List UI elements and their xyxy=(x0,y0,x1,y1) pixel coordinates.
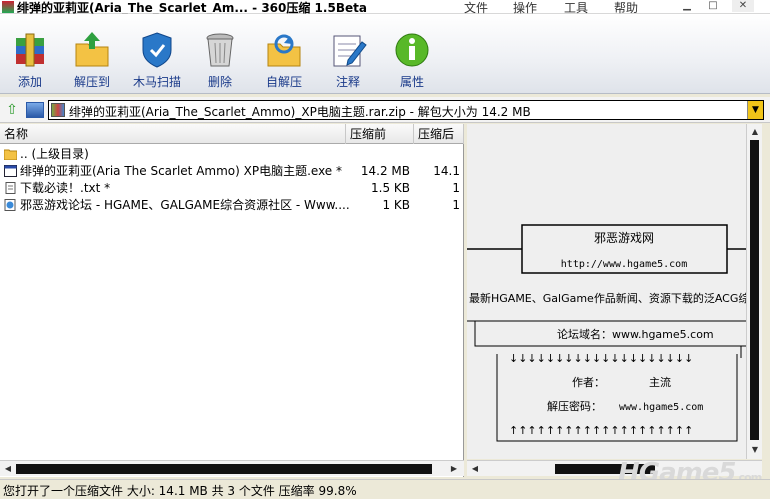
file-name: 邪恶游戏论坛 - HGAME、GALGAME综合资源社区 - Www.... xyxy=(20,198,350,212)
comment-button[interactable]: 注释 xyxy=(318,18,378,90)
toolbar: 添加 解压到 木马扫描 删除 自解压 注释 属性 xyxy=(0,14,770,94)
view-mode-icon[interactable] xyxy=(26,102,44,118)
file-name: 下载必读！.txt * xyxy=(20,181,111,195)
up-arrow-icon[interactable]: ⇧ xyxy=(4,102,20,118)
column-name[interactable]: 名称 xyxy=(0,124,346,144)
info-icon xyxy=(395,33,429,67)
file-packed: 14.1 xyxy=(433,164,460,178)
properties-label: 属性 xyxy=(399,75,424,89)
banner-author-label: 作者： xyxy=(572,376,605,389)
list-item[interactable]: 邪恶游戏论坛 - HGAME、GALGAME综合资源社区 - Www.... 1… xyxy=(0,197,464,214)
banner-password-label: 解压密码： xyxy=(547,399,602,413)
delete-label: 删除 xyxy=(207,75,232,89)
path-field[interactable]: 绯弹的亚莉亚(Aria_The_Scarlet_Ammo)_XP电脑主题.rar… xyxy=(48,100,764,120)
chevron-down-icon[interactable]: ▼ xyxy=(747,101,763,119)
path-text: 绯弹的亚莉亚(Aria_The_Scarlet_Ammo)_XP电脑主题.rar… xyxy=(69,105,531,119)
scroll-down-icon[interactable]: ▼ xyxy=(747,442,763,457)
trojan-scan-label: 木马扫描 xyxy=(132,75,181,89)
column-header: 名称 压缩前 压缩后 xyxy=(0,124,464,144)
list-item[interactable]: .. (上级目录) xyxy=(0,146,464,163)
list-item[interactable]: 绯弹的亚莉亚(Aria The Scarlet Ammo) XP电脑主题.exe… xyxy=(0,163,464,180)
scroll-up-icon[interactable]: ▲ xyxy=(747,124,763,139)
add-button[interactable]: 添加 xyxy=(0,18,60,90)
extract-to-label: 解压到 xyxy=(73,75,110,89)
file-packed: 1 xyxy=(452,198,460,212)
banner-password: www.hgame5.com xyxy=(619,402,703,413)
preview-vertical-scrollbar[interactable]: ▲ ▼ xyxy=(746,124,762,459)
self-extract-button[interactable]: 自解压 xyxy=(254,18,314,90)
archive-file-icon xyxy=(51,103,65,117)
minimize-button[interactable]: ▁ xyxy=(676,0,698,12)
shield-scan-icon xyxy=(142,32,172,68)
preview-pane: 邪恶游戏网 http://www.hgame5.com 最新HGAME、GalG… xyxy=(467,124,746,459)
properties-button[interactable]: 属性 xyxy=(382,18,442,90)
status-bar: 您打开了一个压缩文件 大小: 14.1 MB 共 3 个文件 压缩率 99.8% xyxy=(0,479,770,499)
extract-folder-icon xyxy=(75,32,109,67)
banner-down-arrows: ↓↓↓↓↓↓↓↓↓↓↓↓↓↓↓↓↓↓↓↓ xyxy=(509,352,693,365)
list-item[interactable]: 下载必读！.txt * 1.5 KB 1 xyxy=(0,180,464,197)
trojan-scan-button[interactable]: 木马扫描 xyxy=(127,18,187,90)
banner-domain: 论坛域名：www.hgame5.com xyxy=(557,327,714,341)
file-size: 14.2 MB xyxy=(360,164,410,178)
app-icon xyxy=(2,1,14,13)
close-button[interactable]: ✕ xyxy=(732,0,754,12)
extract-to-button[interactable]: 解压到 xyxy=(62,18,122,90)
scroll-thumb[interactable] xyxy=(16,464,432,474)
scroll-right-icon[interactable]: ▶ xyxy=(446,461,462,476)
banner-url: http://www.hgame5.com xyxy=(561,259,687,270)
title-bar: 绯弹的亚莉亚(Aria_The_Scarlet_Am... - 360压缩 1.… xyxy=(0,0,770,15)
column-packed[interactable]: 压缩后 xyxy=(414,124,464,144)
trash-icon xyxy=(206,33,234,67)
url-file-icon xyxy=(4,199,16,211)
banner-up-arrows: ↑↑↑↑↑↑↑↑↑↑↑↑↑↑↑↑↑↑↑↑ xyxy=(509,424,693,437)
comment-icon xyxy=(333,35,367,67)
column-size[interactable]: 压缩前 xyxy=(346,124,414,144)
file-name: 绯弹的亚莉亚(Aria The Scarlet Ammo) XP电脑主题.exe… xyxy=(20,164,342,178)
scroll-left-icon[interactable]: ◀ xyxy=(0,461,16,476)
comment-label: 注释 xyxy=(335,75,360,89)
text-file-icon xyxy=(5,182,16,194)
list-horizontal-scrollbar[interactable]: ◀ ▶ xyxy=(0,460,464,476)
banner-tagline: 最新HGAME、GalGame作品新闻、资源下载的泛ACG综合 xyxy=(469,291,746,305)
ascii-banner: 邪恶游戏网 http://www.hgame5.com 最新HGAME、GalG… xyxy=(467,224,746,442)
delete-button[interactable]: 删除 xyxy=(190,18,250,90)
banner-author: 主流 xyxy=(649,375,671,389)
address-bar: ⇧ 绯弹的亚莉亚(Aria_The_Scarlet_Ammo)_XP电脑主题.r… xyxy=(0,97,770,123)
self-extract-icon xyxy=(267,34,301,67)
self-extract-label: 自解压 xyxy=(265,75,302,89)
file-size: 1 KB xyxy=(382,198,410,212)
folder-up-icon xyxy=(4,149,17,160)
exe-file-icon xyxy=(4,165,17,177)
status-text: 您打开了一个压缩文件 大小: 14.1 MB 共 3 个文件 压缩率 99.8% xyxy=(3,484,357,498)
file-list: 名称 压缩前 压缩后 .. (上级目录) 绯弹的亚莉亚(Aria The Sca… xyxy=(0,124,464,477)
add-label: 添加 xyxy=(17,75,42,89)
archive-add-icon xyxy=(16,33,44,67)
maximize-button[interactable]: □ xyxy=(702,0,724,12)
file-packed: 1 xyxy=(452,181,460,195)
file-size: 1.5 KB xyxy=(371,181,410,195)
scroll-thumb[interactable] xyxy=(750,140,759,440)
file-name: .. (上级目录) xyxy=(20,147,89,161)
banner-title: 邪恶游戏网 xyxy=(594,231,654,245)
scroll-left-icon[interactable]: ◀ xyxy=(467,461,483,476)
